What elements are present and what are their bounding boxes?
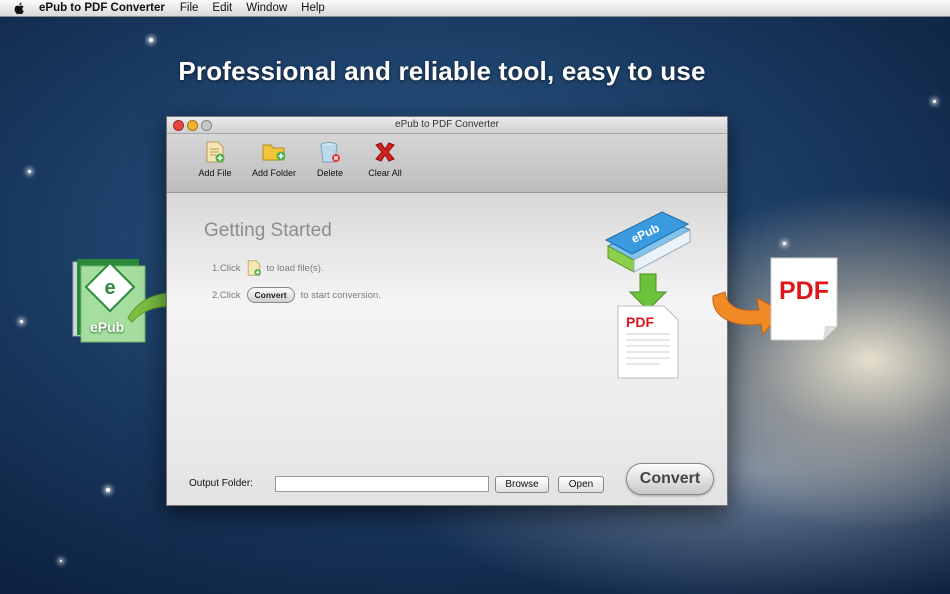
step2-prefix: 2.Click [212,289,241,301]
toolbar: Add File Add Folder Delete Clear All [167,134,727,193]
promo-headline: Professional and reliable tool, easy to … [178,56,706,86]
step2-suffix: to start conversion. [300,289,381,301]
add-folder-button[interactable]: Add Folder [244,140,304,178]
window-titlebar: ePub to PDF Converter [167,117,727,134]
epub-graphic-label: ePub [90,319,125,335]
delete-label: Delete [316,168,343,178]
window-title: ePub to PDF Converter [395,119,499,130]
menu-help[interactable]: Help [301,2,325,14]
add-file-mini-icon [247,260,261,276]
epub-to-pdf-graphic: ePub PDF [604,211,692,379]
pdf-output-label: PDF [779,277,829,305]
open-button[interactable]: Open [558,476,604,493]
menu-bar: ePub to PDF Converter File Edit Window H… [0,0,950,17]
minimize-window-button[interactable] [187,120,198,131]
apple-logo-icon[interactable] [13,2,25,15]
add-file-icon [206,141,225,163]
menu-edit[interactable]: Edit [212,2,232,14]
output-folder-label: Output Folder: [189,478,253,489]
add-file-label: Add File [198,168,232,178]
menu-file[interactable]: File [180,2,199,14]
doc-pdf-text: PDF [626,314,654,330]
svg-text:e: e [104,277,115,299]
getting-started-title: Getting Started [204,220,332,241]
menu-window[interactable]: Window [246,2,287,14]
clear-all-label: Clear All [368,168,402,178]
add-file-button[interactable]: Add File [185,140,245,178]
star [28,170,31,173]
trash-icon [320,142,340,163]
clear-x-icon [375,142,395,162]
step1-suffix: to load file(s). [266,262,324,274]
star [20,320,23,323]
add-folder-label: Add Folder [251,168,297,178]
star [60,560,62,562]
browse-button[interactable]: Browse [495,476,549,493]
clear-all-button[interactable]: Clear All [355,140,415,178]
step-1: 1.Click to load file(s). [212,259,324,277]
close-window-button[interactable] [173,120,184,131]
add-folder-icon [262,144,286,161]
convert-button[interactable]: Convert [626,463,714,495]
menu-app-name[interactable]: ePub to PDF Converter [39,2,165,14]
star [106,488,110,492]
star [933,100,936,103]
star [783,242,786,245]
inline-convert-button: Convert [246,287,295,303]
output-folder-input[interactable] [275,476,489,492]
step-2: 2.Click Convert to start conversion. [212,287,381,303]
zoom-window-button[interactable] [201,120,212,131]
step1-prefix: 1.Click [212,262,241,274]
delete-button[interactable]: Delete [300,140,360,178]
star [149,38,153,42]
